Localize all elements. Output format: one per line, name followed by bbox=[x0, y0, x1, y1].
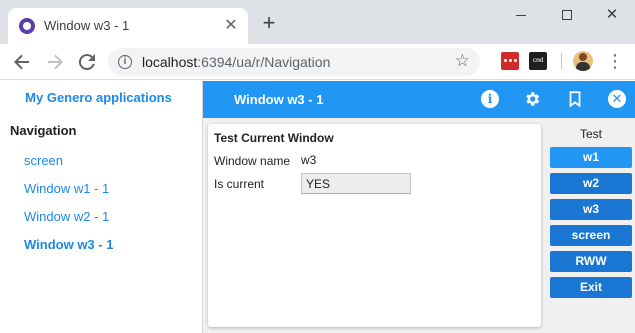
bookmark-icon[interactable] bbox=[566, 90, 584, 108]
navigation-heading: Navigation bbox=[10, 123, 77, 138]
app-window-title: Window w3 - 1 bbox=[234, 92, 324, 107]
browser-menu-icon[interactable]: ⋮ bbox=[605, 50, 625, 72]
rww-button[interactable]: RWW bbox=[550, 251, 632, 272]
button-group: Test w1 w2 w3 screen RWW Exit bbox=[547, 124, 635, 333]
url-text: localhost:6394/ua/r/Navigation bbox=[142, 54, 331, 70]
window-name-value: w3 bbox=[301, 153, 317, 167]
tab-title: Window w3 - 1 bbox=[44, 18, 130, 33]
forward-button[interactable] bbox=[43, 50, 67, 74]
browser-window: Window w3 - 1 ✕ + ✕ i localhost:6394/ua/… bbox=[0, 0, 635, 333]
window-name-label: Window name bbox=[214, 154, 291, 168]
w1-button[interactable]: w1 bbox=[550, 147, 632, 168]
form-panel: Test Current Window Window name w3 Is cu… bbox=[208, 124, 541, 327]
screen-button[interactable]: screen bbox=[550, 225, 632, 246]
site-info-icon[interactable]: i bbox=[118, 55, 132, 69]
sidebar: My Genero applications Navigation screen… bbox=[0, 81, 203, 333]
is-current-label: Is current bbox=[214, 177, 265, 191]
is-current-field[interactable]: YES bbox=[301, 173, 411, 194]
maximize-button[interactable] bbox=[555, 4, 579, 26]
sidebar-item-window-w1[interactable]: Window w1 - 1 bbox=[24, 181, 109, 196]
content-area: Test Current Window Window name w3 Is cu… bbox=[203, 118, 635, 333]
apps-title-link[interactable]: My Genero applications bbox=[0, 90, 197, 105]
reload-icon bbox=[78, 54, 95, 71]
minimize-icon bbox=[516, 15, 526, 16]
genero-favicon-icon bbox=[19, 18, 35, 34]
browser-tab[interactable]: Window w3 - 1 ✕ bbox=[8, 8, 248, 44]
address-bar[interactable]: i localhost:6394/ua/r/Navigation ☆ bbox=[108, 48, 480, 76]
maximize-icon bbox=[562, 10, 572, 20]
toolbar-divider bbox=[561, 53, 562, 69]
bookmark-star-icon[interactable]: ☆ bbox=[455, 51, 470, 71]
button-group-title: Test bbox=[579, 127, 602, 141]
back-button[interactable] bbox=[10, 50, 34, 74]
minimize-button[interactable] bbox=[509, 4, 533, 26]
app-header: Window w3 - 1 i ✕ bbox=[203, 81, 635, 118]
red-dots-extension-icon[interactable] bbox=[501, 52, 519, 70]
close-icon[interactable]: ✕ bbox=[608, 90, 626, 108]
w2-button[interactable]: w2 bbox=[550, 173, 632, 194]
tab-close-icon[interactable]: ✕ bbox=[222, 17, 240, 35]
exit-button[interactable]: Exit bbox=[550, 277, 632, 298]
profile-avatar[interactable] bbox=[573, 51, 593, 71]
info-icon[interactable]: i bbox=[481, 90, 499, 108]
cmd-extension-icon[interactable]: cmd bbox=[529, 52, 547, 70]
sidebar-item-screen[interactable]: screen bbox=[24, 153, 63, 168]
reload-button[interactable] bbox=[75, 50, 99, 74]
tab-strip: Window w3 - 1 ✕ + ✕ bbox=[0, 0, 635, 44]
gear-icon[interactable] bbox=[523, 90, 541, 108]
arrow-left-icon bbox=[14, 54, 29, 70]
sidebar-item-window-w2[interactable]: Window w2 - 1 bbox=[24, 209, 109, 224]
form-title: Test Current Window bbox=[214, 131, 334, 145]
new-tab-button[interactable]: + bbox=[258, 12, 280, 35]
sidebar-item-window-w3[interactable]: Window w3 - 1 bbox=[24, 237, 113, 252]
arrow-right-icon bbox=[48, 54, 63, 70]
window-close-button[interactable]: ✕ bbox=[600, 4, 624, 26]
w3-button[interactable]: w3 bbox=[550, 199, 632, 220]
